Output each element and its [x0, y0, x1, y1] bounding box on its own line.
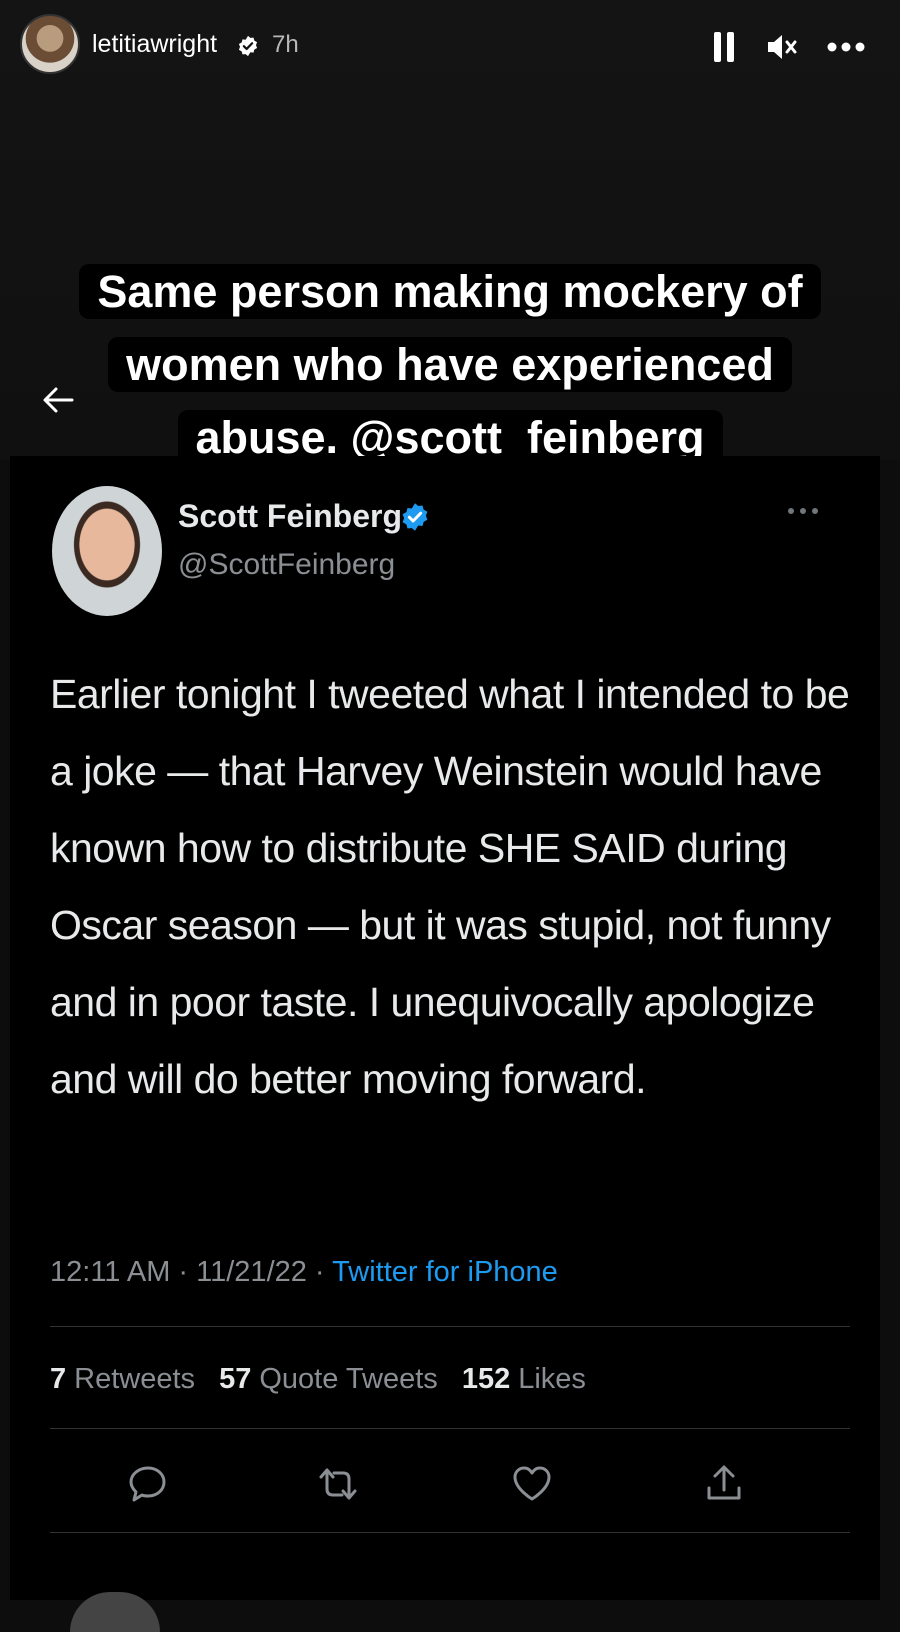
pause-icon[interactable] — [712, 30, 736, 64]
tweet-author-avatar[interactable] — [52, 486, 162, 616]
more-icon[interactable] — [826, 38, 866, 56]
tweet-author-handle[interactable]: @ScottFeinberg — [178, 548, 395, 582]
tweet-card: Scott Feinberg @ScottFeinberg Earlier to… — [10, 456, 880, 1632]
story-header: letitiawright 7h — [0, 0, 900, 96]
share-icon[interactable] — [702, 1462, 746, 1506]
retweet-count[interactable]: 7 — [50, 1363, 66, 1395]
like-icon[interactable] — [510, 1462, 554, 1506]
divider — [50, 1428, 850, 1429]
quote-label[interactable]: Quote Tweets — [259, 1363, 437, 1395]
divider — [50, 1326, 850, 1327]
tweet-stats: 7 Retweets 57 Quote Tweets 152 Likes — [50, 1363, 586, 1396]
tweet-text: Earlier tonight I tweeted what I intende… — [50, 671, 850, 1102]
retweet-icon[interactable] — [316, 1462, 360, 1506]
divider — [50, 1532, 850, 1533]
caption-line: women who have experienced — [108, 337, 792, 392]
tweet-source-link[interactable]: Twitter for iPhone — [332, 1256, 558, 1288]
reply-icon[interactable] — [126, 1462, 170, 1506]
like-count[interactable]: 152 — [462, 1363, 510, 1395]
mute-icon[interactable] — [765, 30, 799, 64]
story-caption: Same person making mockery of women who … — [50, 255, 850, 474]
next-tweet-avatar — [70, 1592, 160, 1632]
tweet-author-name[interactable]: Scott Feinberg — [178, 498, 402, 535]
story-time: 7h — [272, 31, 299, 58]
story-username[interactable]: letitiawright — [92, 30, 217, 59]
caption-line: Same person making mockery of — [79, 264, 821, 319]
retweet-label[interactable]: Retweets — [74, 1363, 195, 1395]
like-label[interactable]: Likes — [518, 1363, 586, 1395]
tweet-more-icon[interactable] — [786, 506, 820, 516]
quote-count[interactable]: 57 — [219, 1363, 251, 1395]
tweet-meta: 12:11 AM · 11/21/22 · Twitter for iPhone — [50, 1256, 558, 1289]
back-arrow-icon[interactable] — [38, 380, 78, 420]
tweet-timestamp[interactable]: 12:11 AM · 11/21/22 · — [50, 1256, 332, 1288]
story-avatar[interactable] — [20, 14, 80, 74]
verified-badge-icon — [238, 35, 258, 57]
verified-badge-icon — [402, 503, 428, 531]
